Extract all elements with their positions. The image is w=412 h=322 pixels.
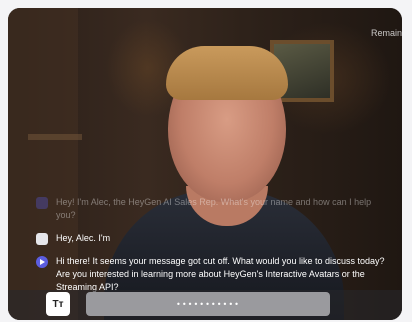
remaining-time-label: Remain [370,28,402,38]
shelf-board [28,134,82,140]
play-icon [36,256,48,268]
avatar-hair [166,46,288,100]
video-frame: Remain Hey! I'm Alec, the HeyGen AI Sale… [8,8,402,320]
chat-message-bot: Hi there! It seems your message got cut … [36,255,386,292]
password-input[interactable] [86,292,330,316]
chat-transcript[interactable]: Hey! I'm Alec, the HeyGen AI Sales Rep. … [8,196,402,292]
bot-avatar-icon [36,197,48,209]
message-text: Hey! I'm Alec, the HeyGen AI Sales Rep. … [56,197,372,220]
chat-message-bot: Hey! I'm Alec, the HeyGen AI Sales Rep. … [36,196,386,222]
message-text: Hey, Alec. I'm [56,233,111,243]
user-avatar-icon [36,233,48,245]
chat-message-user: Hey, Alec. I'm [36,232,386,245]
text-size-icon[interactable]: Tт [46,292,70,316]
message-text: Hi there! It seems your message got cut … [56,256,385,292]
